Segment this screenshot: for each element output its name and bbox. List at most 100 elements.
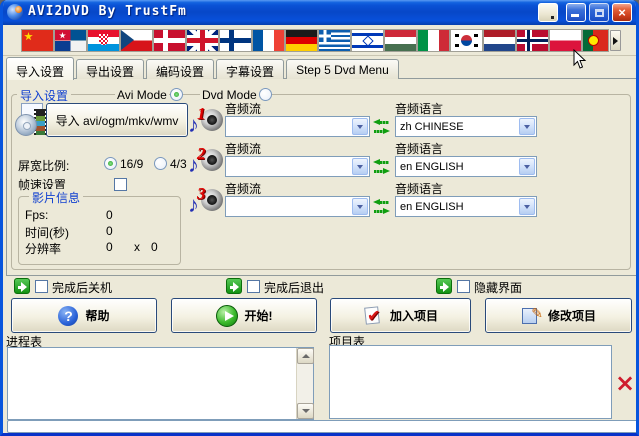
flag-hungary-icon[interactable] xyxy=(385,30,416,51)
scroll-up-button[interactable] xyxy=(297,348,314,364)
flag-denmark-icon[interactable] xyxy=(154,30,185,51)
flag-united-kingdom-icon[interactable] xyxy=(187,30,218,51)
cd-shape xyxy=(15,114,37,136)
arrow-left-icon xyxy=(373,199,390,206)
swap-arrows-icon-2 xyxy=(373,159,390,176)
maximize-icon xyxy=(594,8,604,17)
fps-value: 0 xyxy=(106,208,113,222)
pencil-icon: ✎ xyxy=(531,305,543,322)
exit-after-checkbox[interactable] xyxy=(247,280,260,293)
flag-france-icon[interactable] xyxy=(253,30,284,51)
start-button-label: 开始! xyxy=(244,309,273,323)
start-button[interactable]: 开始! xyxy=(171,298,317,333)
time-value: 0 xyxy=(106,224,113,238)
aspect-169-label: 16/9 xyxy=(120,157,144,171)
minimize-icon xyxy=(571,14,579,17)
help-button-label: 帮助 xyxy=(85,309,110,323)
shutdown-after-checkbox[interactable] xyxy=(35,280,48,293)
chevron-down-icon[interactable] xyxy=(352,198,368,215)
audio-language-label-3: 音频语言 xyxy=(395,182,444,196)
import-button-label: 导入 avi/ogm/mkv/wmv xyxy=(55,113,179,128)
avi-mode-radio[interactable] xyxy=(170,88,183,101)
green-arrow-icon xyxy=(226,278,242,294)
flag-croatia-icon[interactable] xyxy=(88,30,119,51)
flag-norway-icon[interactable] xyxy=(517,30,548,51)
tab-import-settings[interactable]: 导入设置 xyxy=(6,57,75,80)
audio-stream-combo-1[interactable] xyxy=(225,116,370,137)
progress-log-textarea[interactable] xyxy=(7,347,314,420)
movie-info-title: 影片信息 xyxy=(29,189,84,206)
chevron-down-icon[interactable] xyxy=(519,118,535,135)
aspect-169-radio[interactable] xyxy=(104,157,117,170)
flag-finland-icon[interactable] xyxy=(220,30,251,51)
tab-step5-dvd-menu[interactable]: Step 5 Dvd Menu xyxy=(286,59,399,79)
arrow-right-icon xyxy=(373,208,390,215)
tab-strip: 导入设置 导出设置 编码设置 字幕设置 Step 5 Dvd Menu xyxy=(6,56,401,80)
audio-language-combo-1[interactable]: zh CHINESE xyxy=(395,116,537,137)
import-video-button[interactable]: 导入 avi/ogm/mkv/wmv xyxy=(46,103,188,137)
chevron-down-icon[interactable] xyxy=(352,118,368,135)
minimize-button[interactable] xyxy=(566,3,586,22)
close-icon: × xyxy=(618,5,626,20)
speaker-2-icon: ♪ 2 xyxy=(188,144,224,178)
play-circle-icon xyxy=(215,304,238,327)
flag-netherlands-icon[interactable] xyxy=(484,30,515,51)
audio-language-combo-2[interactable]: en ENGLISH xyxy=(395,156,537,177)
audio-stream-label-2: 音频流 xyxy=(225,142,262,156)
flag-panama-icon[interactable] xyxy=(55,30,86,51)
framerate-checkbox[interactable] xyxy=(114,178,127,191)
clipboard-check-icon: ✔ xyxy=(363,306,383,326)
triangle-right-icon xyxy=(613,36,618,45)
help-button[interactable]: ? 帮助 xyxy=(11,298,157,333)
flag-italy-icon[interactable] xyxy=(418,30,449,51)
flag-portugal-icon[interactable] xyxy=(583,30,608,51)
tab-subtitle-settings[interactable]: 字幕设置 xyxy=(216,59,285,79)
flag-greece-icon[interactable] xyxy=(319,30,350,51)
project-listbox[interactable] xyxy=(329,345,612,419)
maximize-button[interactable] xyxy=(589,3,609,22)
tab-export-settings[interactable]: 导出设置 xyxy=(76,59,145,79)
audio-language-value-2: en ENGLISH xyxy=(400,160,464,173)
tab-encoding-settings[interactable]: 编码设置 xyxy=(146,59,215,79)
chevron-down-icon[interactable] xyxy=(519,198,535,215)
flag-south-korea-icon[interactable] xyxy=(451,30,482,51)
document-edit-icon: ✎ xyxy=(521,305,543,326)
resolution-width-value: 0 xyxy=(106,240,113,254)
green-arrow-icon xyxy=(436,278,452,294)
progress-scrollbar[interactable] xyxy=(296,348,314,419)
speaker-number: 1 xyxy=(197,104,206,123)
flag-czech-republic-icon[interactable] xyxy=(121,30,152,51)
add-project-label: 加入项目 xyxy=(389,309,438,323)
window-title: AVI2DVD By TrustFm xyxy=(28,4,187,19)
hide-ui-label: 隐藏界面 xyxy=(474,281,523,295)
flag-poland-icon[interactable] xyxy=(550,30,581,51)
scroll-down-button[interactable] xyxy=(297,403,314,419)
resolution-x: x xyxy=(134,240,140,254)
mouse-cursor xyxy=(573,49,587,69)
app-icon xyxy=(7,4,23,20)
avi-mode-label: Avi Mode xyxy=(115,88,169,102)
audio-stream-combo-3[interactable] xyxy=(225,196,370,217)
arrow-left-icon xyxy=(373,119,390,126)
remove-project-button[interactable]: × xyxy=(615,371,635,395)
filmstrip-shape xyxy=(34,109,47,135)
audio-stream-combo-2[interactable] xyxy=(225,156,370,177)
edit-project-button[interactable]: ✎ 修改项目 xyxy=(485,298,632,333)
aspect-43-radio[interactable] xyxy=(154,157,167,170)
close-button[interactable]: × xyxy=(612,3,632,22)
arrow-left-icon xyxy=(373,159,390,166)
audio-stream-label-1: 音频流 xyxy=(225,102,262,116)
flag-israel-icon[interactable] xyxy=(352,30,383,51)
audio-language-label-1: 音频语言 xyxy=(395,102,444,116)
aspect-43-label: 4/3 xyxy=(170,157,187,171)
titlebar-extra-button[interactable] xyxy=(538,3,558,22)
flag-germany-icon[interactable] xyxy=(286,30,317,51)
hide-ui-checkbox[interactable] xyxy=(457,280,470,293)
chevron-down-icon[interactable] xyxy=(352,158,368,175)
speaker-1-icon: ♪ 1 xyxy=(188,104,224,138)
flag-china-icon[interactable] xyxy=(22,30,53,51)
add-project-button[interactable]: ✔ 加入项目 xyxy=(330,298,471,333)
chevron-down-icon[interactable] xyxy=(519,158,535,175)
flag-scroll-right-button[interactable] xyxy=(610,30,621,51)
audio-language-combo-3[interactable]: en ENGLISH xyxy=(395,196,537,217)
